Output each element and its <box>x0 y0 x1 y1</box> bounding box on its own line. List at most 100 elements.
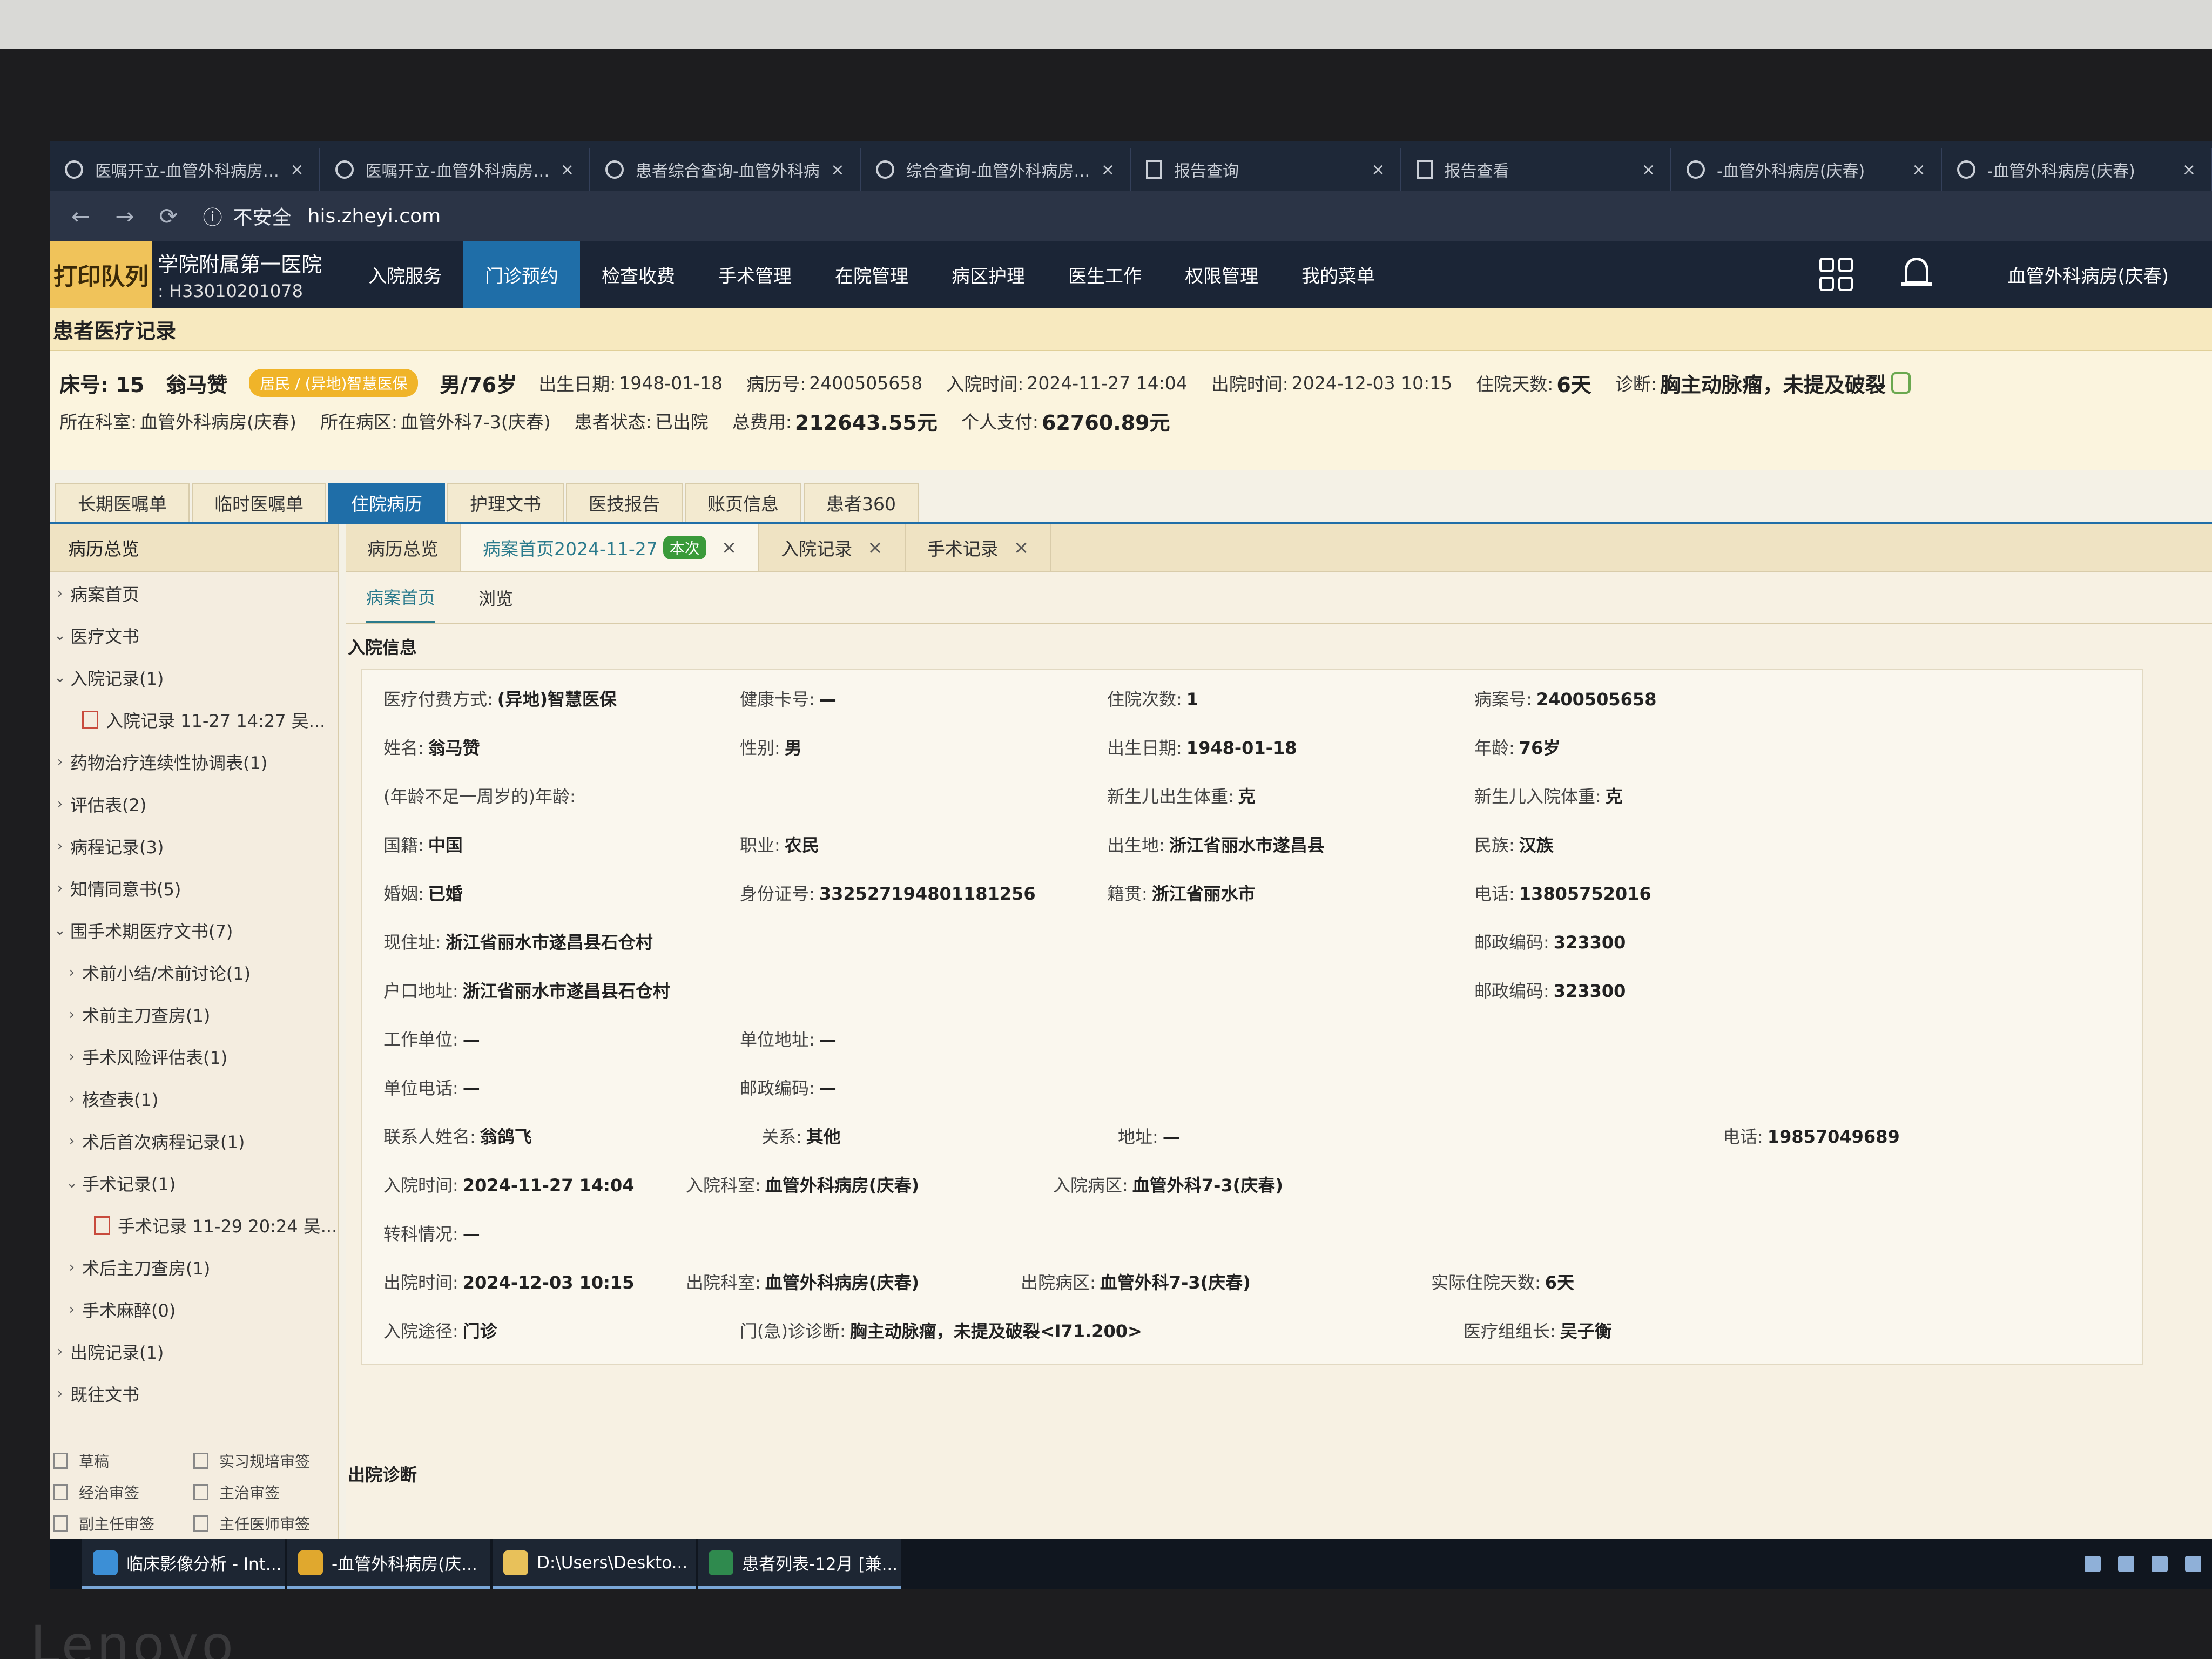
browser-tab[interactable]: 医嘱开立-血管外科病房(庆 × <box>50 148 320 191</box>
document-tab-label: 病历总览 <box>367 538 439 559</box>
document-tab[interactable]: 手术记录 × <box>906 524 1052 571</box>
patient-name: 翁马赞 <box>166 373 228 397</box>
taskbar-item[interactable]: -血管外科病房(庆... <box>287 1539 490 1589</box>
browser-tab[interactable]: 报告查询 × <box>1131 148 1401 191</box>
sidebar-tree-item[interactable]: › 知情同意书(5) <box>50 867 338 909</box>
taskbar-item-label: -血管外科病房(庆... <box>332 1555 477 1574</box>
field-label: 关系: <box>761 1127 802 1147</box>
close-icon[interactable]: × <box>2182 160 2196 179</box>
tray-network-icon[interactable] <box>2085 1556 2101 1572</box>
sidebar-tree-item[interactable]: ⌄ 围手术期医疗文书(7) <box>50 909 338 952</box>
field-admit-ward: 入院病区: 血管外科7-3(庆春) <box>1053 1172 1283 1197</box>
sidebar-item-label: 知情同意书(5) <box>70 879 181 900</box>
url-field[interactable]: his.zheyi.com <box>308 205 441 227</box>
menu-item[interactable]: 在院管理 <box>813 241 930 308</box>
forward-icon[interactable]: → <box>115 203 134 230</box>
sidebar-tree-item[interactable]: › 核查表(1) <box>50 1078 338 1120</box>
menu-item[interactable]: 门诊预约 <box>463 241 580 308</box>
document-tab[interactable]: 入院记录 × <box>759 524 906 571</box>
sidebar-tree-item[interactable]: › 术后主刀查房(1) <box>50 1246 338 1289</box>
sidebar-tree-item[interactable]: › 既往文书 <box>50 1373 338 1415</box>
print-queue-button[interactable]: 打印队列 <box>50 241 152 308</box>
view-tab[interactable]: 病案首页 <box>366 572 436 623</box>
menu-item[interactable]: 我的菜单 <box>1280 241 1397 308</box>
sidebar-tree-item[interactable]: ⌄ 入院记录(1) <box>50 657 338 699</box>
browser-tab[interactable]: 医嘱开立-血管外科病房(庆 × <box>320 148 590 191</box>
taskbar-item[interactable]: 患者列表-12月 [兼... <box>698 1539 901 1589</box>
close-icon[interactable]: × <box>721 537 737 558</box>
security-label[interactable]: 不安全 <box>233 202 292 230</box>
primary-tab[interactable]: 护理文书 <box>447 483 564 522</box>
document-tab[interactable]: 病案首页2024-11-27 本次 × <box>461 524 760 571</box>
back-icon[interactable]: ← <box>71 203 90 230</box>
sidebar-tree-item[interactable]: ⌄ 医疗文书 <box>50 615 338 657</box>
view-tab[interactable]: 浏览 <box>478 574 513 622</box>
page-title: 患者医疗记录 <box>50 308 2212 351</box>
close-icon[interactable]: × <box>1912 160 1925 179</box>
close-icon[interactable]: × <box>1642 160 1655 179</box>
sidebar-head[interactable]: 病历总览 <box>50 524 338 572</box>
document-tab[interactable]: 病历总览 <box>346 524 461 571</box>
primary-tab[interactable]: 账页信息 <box>685 483 801 522</box>
menu-item[interactable]: 病区护理 <box>930 241 1047 308</box>
current-department[interactable]: 血管外科病房(庆春) <box>2007 261 2169 288</box>
start-button[interactable] <box>50 1539 82 1589</box>
sidebar-item-label: 药物治疗连续性协调表(1) <box>70 753 268 773</box>
browser-tab[interactable]: -血管外科病房(庆春) × <box>1942 148 2212 191</box>
sidebar-tree-item[interactable]: 手术记录 11-29 20:24 吴... <box>50 1204 338 1246</box>
browser-tab[interactable]: 综合查询-血管外科病房(庆 × <box>861 148 1131 191</box>
field-label: 性别: <box>740 738 780 758</box>
browser-tab[interactable]: 患者综合查询-血管外科病 × <box>590 148 861 191</box>
legend-label: 主治审签 <box>219 1484 280 1502</box>
field-value: 浙江省丽水市遂昌县石仓村 <box>462 981 670 1001</box>
app-globe-icon <box>1687 160 1705 179</box>
browser-tab[interactable]: 报告查看 × <box>1401 148 1671 191</box>
field-value: 吴子衡 <box>1560 1321 1612 1341</box>
sidebar-tree-item[interactable]: › 药物治疗连续性协调表(1) <box>50 741 338 783</box>
primary-tab[interactable]: 长期医嘱单 <box>55 483 190 522</box>
primary-tab[interactable]: 临时医嘱单 <box>192 483 326 522</box>
tray-shield-icon[interactable] <box>2118 1556 2134 1572</box>
sidebar-tree-item[interactable]: ⌄ 手术记录(1) <box>50 1162 338 1204</box>
sidebar-tree-item[interactable]: › 术前小结/术前讨论(1) <box>50 952 338 994</box>
sidebar-tree-item[interactable]: 入院记录 11-27 14:27 吴... <box>50 699 338 741</box>
tray-app-icon[interactable] <box>2152 1556 2168 1572</box>
chrome-icon <box>298 1550 323 1575</box>
excel-icon <box>709 1550 733 1575</box>
field-label: 实际住院天数: <box>1431 1272 1541 1293</box>
field-value: 1948-01-18 <box>1186 738 1297 758</box>
sidebar-tree-item[interactable]: › 病案首页 <box>50 572 338 615</box>
bell-icon[interactable] <box>1901 258 1932 291</box>
menu-item[interactable]: 权限管理 <box>1163 241 1280 308</box>
apps-grid-icon[interactable] <box>1819 258 1853 291</box>
sidebar-tree-item[interactable]: › 病程记录(3) <box>50 825 338 867</box>
sidebar-tree-item[interactable]: › 术后首次病程记录(1) <box>50 1120 338 1162</box>
close-icon[interactable]: × <box>290 160 304 179</box>
sidebar-tree-item[interactable]: › 评估表(2) <box>50 783 338 825</box>
sidebar-tree-item[interactable]: › 术前主刀查房(1) <box>50 994 338 1036</box>
menu-item[interactable]: 手术管理 <box>697 241 813 308</box>
menu-item[interactable]: 检查收费 <box>580 241 697 308</box>
sidebar-tree-item[interactable]: › 手术麻醉(0) <box>50 1289 338 1331</box>
close-icon[interactable]: × <box>1371 160 1385 179</box>
primary-tab[interactable]: 患者360 <box>804 483 919 522</box>
menu-item[interactable]: 入院服务 <box>347 241 463 308</box>
field-label: 转科情况: <box>383 1224 458 1244</box>
primary-tab[interactable]: 医技报告 <box>566 483 683 522</box>
sidebar-tree-item[interactable]: › 出院记录(1) <box>50 1331 338 1373</box>
taskbar-item[interactable]: 临床影像分析 - Int... <box>82 1539 285 1589</box>
reload-icon[interactable]: ⟳ <box>159 203 178 230</box>
close-icon[interactable]: × <box>561 160 574 179</box>
stethoscope-icon[interactable] <box>1891 372 1911 394</box>
document-tab-label: 病案首页2024-11-27 <box>483 538 658 559</box>
close-icon[interactable]: × <box>867 537 883 558</box>
menu-item[interactable]: 医生工作 <box>1047 241 1163 308</box>
close-icon[interactable]: × <box>1014 537 1029 558</box>
close-icon[interactable]: × <box>831 160 844 179</box>
taskbar-item[interactable]: D:\Users\Deskto... <box>493 1539 696 1589</box>
browser-tab[interactable]: -血管外科病房(庆春) × <box>1671 148 1942 191</box>
primary-tab[interactable]: 住院病历 <box>328 483 445 522</box>
close-icon[interactable]: × <box>1101 160 1115 179</box>
sidebar-tree-item[interactable]: › 手术风险评估表(1) <box>50 1036 338 1078</box>
tray-pen-icon[interactable] <box>2185 1556 2201 1572</box>
